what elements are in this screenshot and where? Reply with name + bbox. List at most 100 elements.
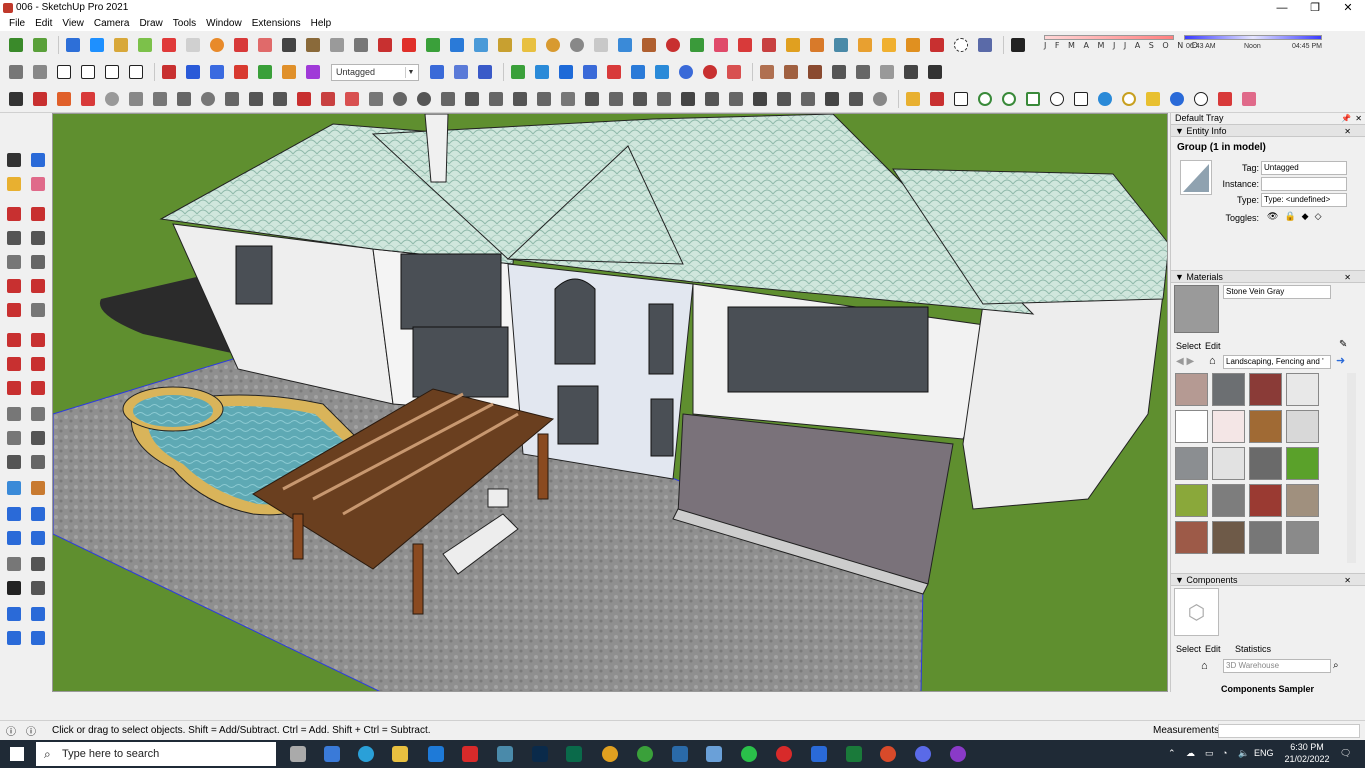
redo-blue-icon[interactable]: [676, 62, 696, 82]
slice-red-icon[interactable]: [294, 89, 314, 109]
orbit-icon[interactable]: [567, 35, 587, 55]
mirror-icon[interactable]: [462, 89, 482, 109]
stamp-icon[interactable]: [63, 35, 83, 55]
tray-chevron-icon[interactable]: ⌃: [1168, 748, 1176, 759]
menu-file[interactable]: File: [4, 18, 30, 29]
xray-icon[interactable]: [877, 62, 897, 82]
shell-icon[interactable]: [414, 89, 434, 109]
shape-red2-icon[interactable]: [735, 35, 755, 55]
instance-field[interactable]: [1261, 177, 1347, 191]
materials-tab-select[interactable]: Select: [1176, 341, 1201, 351]
flag-red-icon[interactable]: [724, 62, 744, 82]
lasso-icon[interactable]: [543, 35, 563, 55]
tile-orange3-icon[interactable]: [903, 35, 923, 55]
discord-icon[interactable]: [915, 746, 931, 762]
hatch5-icon[interactable]: [774, 89, 794, 109]
lock-icon[interactable]: 🔒: [1284, 211, 1301, 221]
axis-green-icon[interactable]: [255, 62, 275, 82]
text-tool-icon[interactable]: [28, 428, 48, 448]
flip-edge-icon[interactable]: [135, 35, 155, 55]
top-view-icon[interactable]: [30, 62, 50, 82]
front-view-icon[interactable]: [54, 62, 74, 82]
parallelogram-icon[interactable]: [1071, 89, 1091, 109]
zoom-extents-tool-icon[interactable]: [4, 528, 24, 548]
zoom-window-tool-icon[interactable]: [28, 504, 48, 524]
eraser-pink-icon[interactable]: [1239, 89, 1259, 109]
stamp-tool-icon[interactable]: [28, 628, 48, 648]
loop-icon[interactable]: [126, 89, 146, 109]
oval-green-icon[interactable]: [999, 89, 1019, 109]
rotate-tool-icon[interactable]: [4, 354, 24, 374]
rectangle-tool-icon[interactable]: [4, 228, 24, 248]
app-icon[interactable]: [950, 746, 966, 762]
hatch2-icon[interactable]: [702, 89, 722, 109]
geolocation-icon[interactable]: ⓘ: [6, 723, 16, 738]
section-plane-tool-icon[interactable]: [28, 578, 48, 598]
tag-dropdown-entity[interactable]: Untagged: [1261, 161, 1347, 175]
freehand-tool-icon[interactable]: [28, 204, 48, 224]
search-icon[interactable]: ⌕: [1333, 660, 1339, 671]
task-view-icon[interactable]: [290, 746, 306, 762]
back-view-icon[interactable]: [102, 62, 122, 82]
hatch6-icon[interactable]: [798, 89, 818, 109]
grid-blue-icon[interactable]: [975, 35, 995, 55]
walk-tool-icon[interactable]: [4, 578, 24, 598]
axis-purple-icon[interactable]: [303, 62, 323, 82]
material-swatch[interactable]: [1212, 410, 1245, 443]
notification-icon[interactable]: 🗨: [1340, 748, 1351, 759]
flag-icon[interactable]: [279, 35, 299, 55]
components-tab-edit[interactable]: Edit: [1205, 644, 1221, 654]
sketchup-taskbar-icon[interactable]: [428, 746, 444, 762]
edge-icon[interactable]: [358, 746, 374, 762]
circle-green-icon[interactable]: [975, 89, 995, 109]
move-plus-icon[interactable]: [399, 35, 419, 55]
move-green-icon[interactable]: [423, 35, 443, 55]
sketchup-active-icon[interactable]: [672, 746, 688, 762]
axis-red-icon[interactable]: [159, 62, 179, 82]
type-dropdown[interactable]: Type: <undefined>: [1261, 193, 1347, 207]
section-plane-icon[interactable]: [427, 62, 447, 82]
material-name-field[interactable]: Stone Vein Gray: [1223, 285, 1331, 299]
pin-icon[interactable]: 📌: [1341, 113, 1351, 124]
chrome-icon[interactable]: [602, 746, 618, 762]
hatch4-icon[interactable]: [750, 89, 770, 109]
close-icon[interactable]: ✕: [1355, 113, 1362, 124]
measurements-box[interactable]: [1218, 724, 1360, 738]
solid-union-icon[interactable]: [508, 62, 528, 82]
pan-tool-icon[interactable]: [28, 478, 48, 498]
material-swatch[interactable]: [1175, 373, 1208, 406]
shadow-toggle-icon[interactable]: [1008, 35, 1028, 55]
undo-icon[interactable]: [663, 35, 683, 55]
lines4-icon[interactable]: [582, 89, 602, 109]
time-slider[interactable]: [1184, 35, 1322, 40]
link-icon[interactable]: [327, 35, 347, 55]
components-tab-select[interactable]: Select: [1176, 644, 1201, 654]
app-icon[interactable]: [706, 746, 722, 762]
offset-tool-icon[interactable]: [28, 378, 48, 398]
material-swatch[interactable]: [1175, 521, 1208, 554]
language-indicator[interactable]: ENG: [1254, 748, 1274, 758]
menu-help[interactable]: Help: [306, 18, 337, 29]
previous-tool-icon[interactable]: [28, 528, 48, 548]
lines3-icon[interactable]: [558, 89, 578, 109]
menu-view[interactable]: View: [57, 18, 89, 29]
whatsapp-icon[interactable]: [741, 746, 757, 762]
knot-icon[interactable]: [54, 89, 74, 109]
material-swatch[interactable]: [1212, 373, 1245, 406]
shape-red3-icon[interactable]: [759, 35, 779, 55]
hatch8-icon[interactable]: [846, 89, 866, 109]
rect-small-icon[interactable]: [951, 89, 971, 109]
component-tool-icon[interactable]: [28, 150, 48, 170]
eyedropper-icon[interactable]: ✎: [1339, 339, 1347, 350]
tag-yellow-icon[interactable]: [903, 89, 923, 109]
blob-blue-icon[interactable]: [1167, 89, 1187, 109]
arrows-up-icon[interactable]: [580, 62, 600, 82]
grid-icon[interactable]: [255, 35, 275, 55]
network-icon[interactable]: ◔: [1222, 748, 1227, 758]
home-icon[interactable]: ⌂: [1201, 660, 1208, 672]
star-blue-icon[interactable]: [615, 35, 635, 55]
clock-date[interactable]: 21/02/2022: [1280, 754, 1334, 764]
style-dark-icon[interactable]: [925, 62, 945, 82]
arc-tool-icon[interactable]: [4, 276, 24, 296]
scale-tool-icon[interactable]: [4, 378, 24, 398]
